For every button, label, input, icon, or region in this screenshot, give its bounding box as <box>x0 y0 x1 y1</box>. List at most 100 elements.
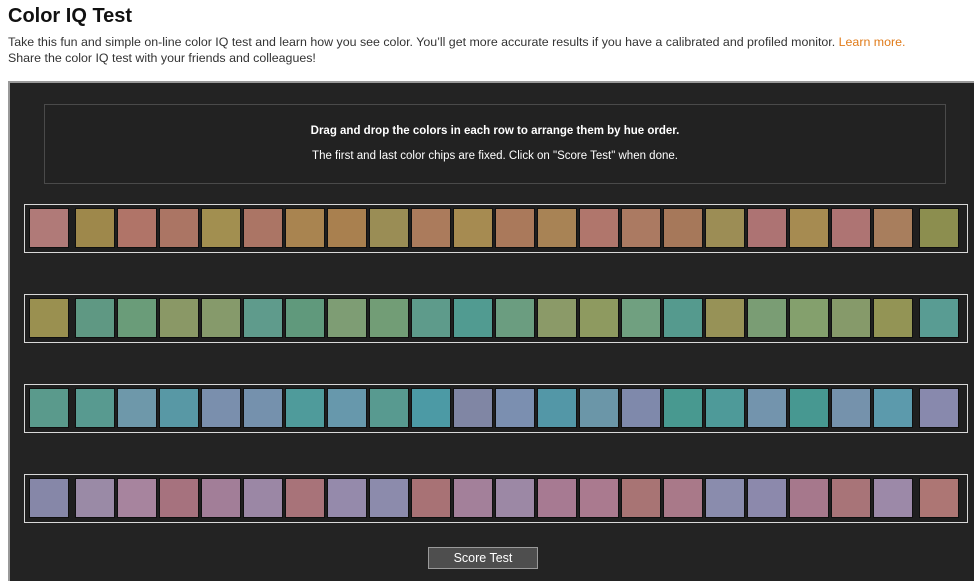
color-chip[interactable] <box>327 388 367 428</box>
color-chip[interactable] <box>369 388 409 428</box>
instructions-subtext: The first and last color chips are fixed… <box>312 150 678 162</box>
color-chip[interactable] <box>201 208 241 248</box>
color-chip[interactable] <box>411 208 451 248</box>
color-chip[interactable] <box>831 298 871 338</box>
color-chip[interactable] <box>369 478 409 518</box>
color-chip[interactable] <box>621 298 661 338</box>
color-chip[interactable] <box>495 478 535 518</box>
color-chip[interactable] <box>453 478 493 518</box>
chip-row-2 <box>24 294 968 343</box>
color-chip[interactable] <box>75 208 115 248</box>
color-chip[interactable] <box>159 298 199 338</box>
color-chip[interactable] <box>663 298 703 338</box>
color-chip[interactable] <box>747 478 787 518</box>
color-chip[interactable] <box>789 208 829 248</box>
color-chip[interactable] <box>243 298 283 338</box>
color-chip[interactable] <box>537 388 577 428</box>
color-chip[interactable] <box>747 298 787 338</box>
color-chip[interactable] <box>663 478 703 518</box>
color-chip[interactable] <box>201 388 241 428</box>
color-chip[interactable] <box>579 388 619 428</box>
color-chip[interactable] <box>411 478 451 518</box>
color-chip[interactable] <box>243 478 283 518</box>
color-chip[interactable] <box>705 298 745 338</box>
color-chip[interactable] <box>327 298 367 338</box>
color-chip[interactable] <box>159 388 199 428</box>
color-chip[interactable] <box>159 208 199 248</box>
chip-row-1 <box>24 204 968 253</box>
color-chip[interactable] <box>747 208 787 248</box>
color-chip[interactable] <box>285 388 325 428</box>
color-chip[interactable] <box>285 298 325 338</box>
color-chip[interactable] <box>621 208 661 248</box>
chip-row-4 <box>24 474 968 523</box>
color-chip[interactable] <box>369 208 409 248</box>
color-chip[interactable] <box>873 478 913 518</box>
color-chip[interactable] <box>705 208 745 248</box>
color-chip[interactable] <box>75 298 115 338</box>
color-chip[interactable] <box>621 478 661 518</box>
color-chip[interactable] <box>243 208 283 248</box>
color-chip[interactable] <box>369 298 409 338</box>
color-chip[interactable] <box>159 478 199 518</box>
color-chip[interactable] <box>705 478 745 518</box>
color-chip[interactable] <box>201 298 241 338</box>
color-chip[interactable] <box>873 298 913 338</box>
color-chip[interactable] <box>663 388 703 428</box>
color-chip[interactable] <box>117 208 157 248</box>
fixed-chip-first <box>29 478 69 518</box>
intro-text: Take this fun and simple on-line color I… <box>8 35 839 49</box>
color-chip[interactable] <box>789 298 829 338</box>
color-chip[interactable] <box>831 388 871 428</box>
color-chip[interactable] <box>873 208 913 248</box>
fixed-chip-last <box>919 478 959 518</box>
color-chip[interactable] <box>327 208 367 248</box>
color-chip[interactable] <box>285 208 325 248</box>
score-test-button[interactable]: Score Test <box>428 547 538 569</box>
color-chip[interactable] <box>201 478 241 518</box>
color-chip[interactable] <box>327 478 367 518</box>
color-chip[interactable] <box>453 388 493 428</box>
color-chip[interactable] <box>789 478 829 518</box>
color-test-panel: Drag and drop the colors in each row to … <box>8 81 974 581</box>
intro-text-block: Take this fun and simple on-line color I… <box>8 34 968 66</box>
color-chip[interactable] <box>537 298 577 338</box>
fixed-chip-last <box>919 298 959 338</box>
color-chip[interactable] <box>495 208 535 248</box>
color-chip[interactable] <box>75 478 115 518</box>
color-chip[interactable] <box>705 388 745 428</box>
color-chip[interactable] <box>285 478 325 518</box>
color-chip[interactable] <box>663 208 703 248</box>
instructions-box: Drag and drop the colors in each row to … <box>44 104 946 184</box>
color-chip[interactable] <box>789 388 829 428</box>
color-chip[interactable] <box>537 208 577 248</box>
chip-row-3 <box>24 384 968 433</box>
color-chip[interactable] <box>747 388 787 428</box>
color-chip[interactable] <box>243 388 283 428</box>
color-chip[interactable] <box>831 478 871 518</box>
color-chip[interactable] <box>495 388 535 428</box>
color-chip[interactable] <box>117 298 157 338</box>
color-chip[interactable] <box>831 208 871 248</box>
color-chip[interactable] <box>411 388 451 428</box>
color-chip[interactable] <box>411 298 451 338</box>
color-chip[interactable] <box>495 298 535 338</box>
fixed-chip-first <box>29 298 69 338</box>
color-chip[interactable] <box>537 478 577 518</box>
color-chip[interactable] <box>579 208 619 248</box>
color-chip[interactable] <box>453 298 493 338</box>
learn-more-link[interactable]: Learn more. <box>839 35 906 49</box>
color-chip[interactable] <box>453 208 493 248</box>
color-chip[interactable] <box>75 388 115 428</box>
page-title: Color IQ Test <box>8 5 133 27</box>
fixed-chip-last <box>919 208 959 248</box>
fixed-chip-last <box>919 388 959 428</box>
color-chip[interactable] <box>579 298 619 338</box>
share-text: Share the color IQ test with your friend… <box>8 51 316 65</box>
color-chip[interactable] <box>873 388 913 428</box>
color-chip[interactable] <box>117 388 157 428</box>
color-chip[interactable] <box>621 388 661 428</box>
color-chip[interactable] <box>117 478 157 518</box>
color-chip[interactable] <box>579 478 619 518</box>
fixed-chip-first <box>29 208 69 248</box>
